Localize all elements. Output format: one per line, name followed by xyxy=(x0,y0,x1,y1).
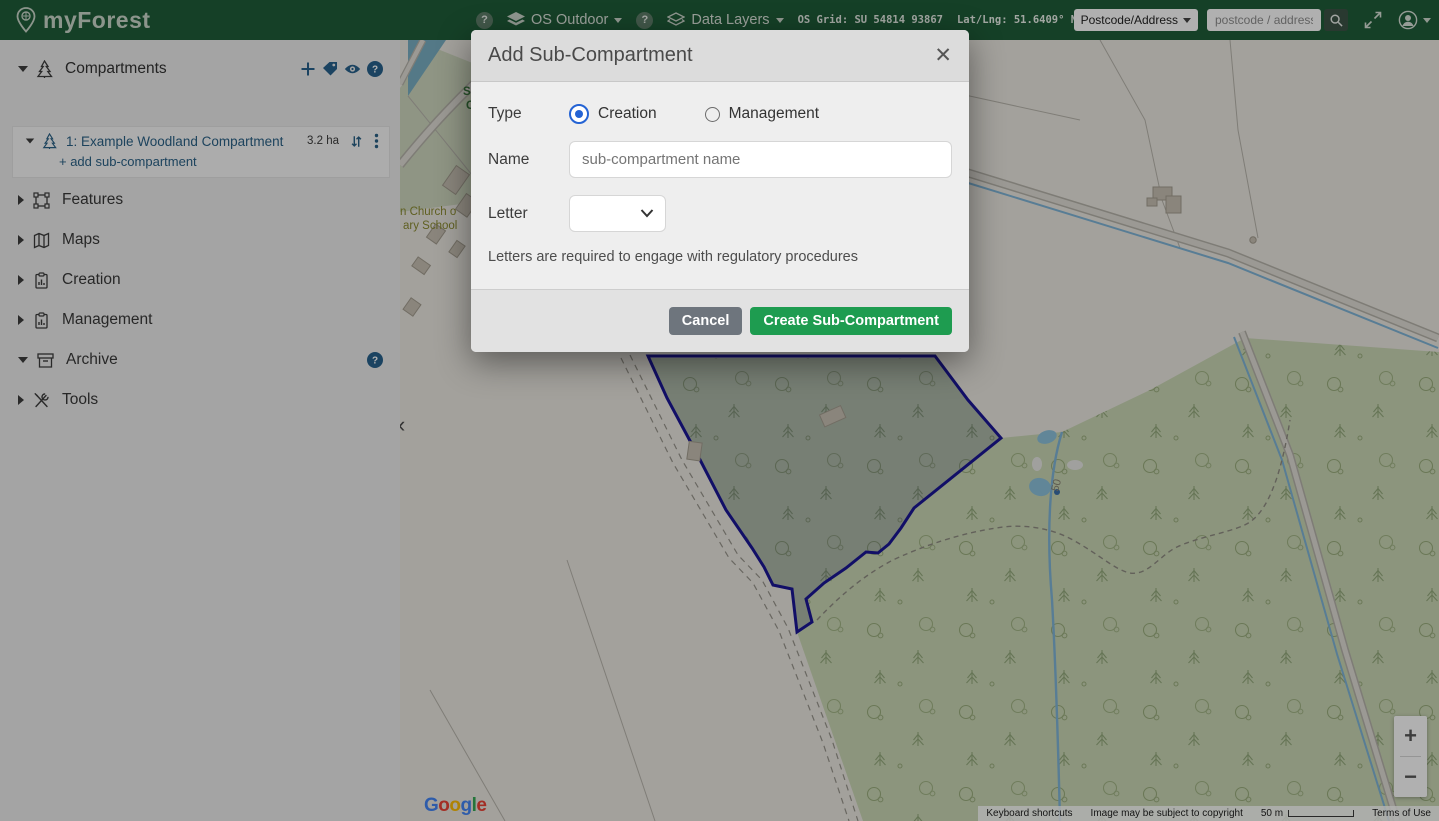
letter-note: Letters are required to engage with regu… xyxy=(488,249,952,265)
modal-footer: Cancel Create Sub-Compartment xyxy=(471,289,969,352)
type-label: Type xyxy=(488,105,569,123)
add-sub-compartment-modal: Add Sub-Compartment ✕ Type Creation Mana… xyxy=(471,30,969,352)
radio-unselected-icon[interactable] xyxy=(705,107,720,122)
cancel-button[interactable]: Cancel xyxy=(669,307,743,335)
myforest-app: myForest ? OS Outdoor ? Data Layers OS G… xyxy=(0,0,1439,821)
modal-header: Add Sub-Compartment ✕ xyxy=(471,30,969,82)
type-option-creation[interactable]: Creation xyxy=(569,104,657,124)
letter-label: Letter xyxy=(488,205,569,223)
modal-title: Add Sub-Compartment xyxy=(488,44,693,67)
modal-body: Type Creation Management Name Letter xyxy=(471,82,969,289)
type-option-label: Management xyxy=(729,105,819,123)
close-icon[interactable]: ✕ xyxy=(934,45,952,66)
create-sub-compartment-button[interactable]: Create Sub-Compartment xyxy=(750,307,952,335)
radio-selected-icon[interactable] xyxy=(569,104,589,124)
type-option-management[interactable]: Management xyxy=(705,105,819,123)
chevron-down-icon xyxy=(640,208,654,218)
name-label: Name xyxy=(488,151,569,169)
sub-compartment-name-input[interactable] xyxy=(569,141,952,178)
letter-select[interactable] xyxy=(569,195,666,232)
type-option-label: Creation xyxy=(598,105,657,123)
